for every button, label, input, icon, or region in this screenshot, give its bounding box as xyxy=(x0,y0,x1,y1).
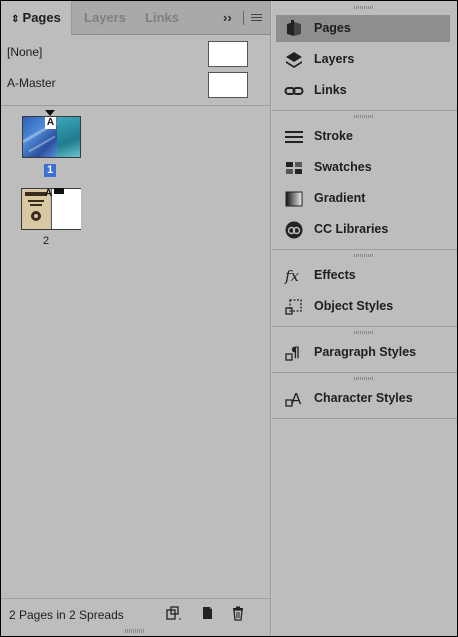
dock-group-divider xyxy=(272,372,457,373)
layers-icon xyxy=(286,52,302,68)
pages-status-text: 2 Pages in 2 Spreads xyxy=(9,608,124,622)
master-item-a-master[interactable]: A-Master xyxy=(1,68,270,100)
pages-status-bar: 2 Pages in 2 Spreads xyxy=(1,598,270,629)
tab-separator xyxy=(243,11,244,25)
panel-resize-grip[interactable] xyxy=(125,629,145,633)
dock-item-cc-libraries[interactable]: CC Libraries xyxy=(276,216,450,243)
dock-item-stroke[interactable]: Stroke xyxy=(276,123,450,150)
master-label: [None] xyxy=(7,45,43,59)
expand-collapse-icon[interactable]: ⇕ xyxy=(11,14,19,25)
dock-item-label: Links xyxy=(314,83,347,97)
dock-grip[interactable] xyxy=(354,254,374,257)
dock-item-gradient[interactable]: Gradient xyxy=(276,185,450,212)
page-2-master-badge: A xyxy=(44,188,53,199)
dock-item-effects[interactable]: fx Effects xyxy=(276,262,450,289)
tab-links-label: Links xyxy=(145,10,179,25)
dock-group-divider xyxy=(272,249,457,250)
new-page-icon[interactable] xyxy=(199,605,215,621)
dock-grip[interactable] xyxy=(354,115,374,118)
master-thumbnail[interactable] xyxy=(208,72,248,98)
page-1-right-half xyxy=(57,117,80,157)
dock-item-label: Effects xyxy=(314,268,356,282)
dock-item-swatches[interactable]: Swatches xyxy=(276,154,450,181)
page-2-blank-page xyxy=(51,189,81,229)
tab-pages-label: Pages xyxy=(22,10,61,25)
page-1-number[interactable]: 1 xyxy=(44,164,56,177)
tab-layers[interactable]: Layers xyxy=(72,1,138,34)
dock-item-pages[interactable]: Pages xyxy=(276,15,450,42)
dock-item-label: Layers xyxy=(314,52,355,66)
dock-item-object-styles[interactable]: Object Styles xyxy=(276,293,450,320)
stroke-icon xyxy=(285,131,303,143)
dock-group-divider xyxy=(272,418,457,419)
dock-item-label: Paragraph Styles xyxy=(314,345,417,359)
dock-grip[interactable] xyxy=(354,6,374,9)
svg-text:fx: fx xyxy=(284,267,300,285)
page-1-master-badge: A xyxy=(45,117,56,129)
edit-page-size-icon[interactable] xyxy=(165,605,181,621)
cc-libraries-icon xyxy=(285,221,303,239)
dock-item-paragraph-styles[interactable]: ¶ Paragraph Styles xyxy=(276,339,450,366)
dock-item-character-styles[interactable]: A Character Styles xyxy=(276,385,450,412)
panel-menu-icon[interactable] xyxy=(251,14,262,22)
dock-item-label: Swatches xyxy=(314,160,372,174)
dock-item-label: Stroke xyxy=(314,129,353,143)
page-2-number[interactable]: 2 xyxy=(43,235,49,247)
panel-dock: Pages Layers Links Stroke Swatches Gradi… xyxy=(272,1,457,636)
page-2-corner-icon xyxy=(54,188,64,194)
tab-layers-label: Layers xyxy=(84,10,126,25)
delete-page-icon[interactable] xyxy=(230,605,246,621)
dock-group-divider xyxy=(272,110,457,111)
object-styles-icon xyxy=(285,299,302,315)
pages-icon xyxy=(287,20,301,36)
dock-grip[interactable] xyxy=(354,331,374,334)
dock-group-divider xyxy=(272,326,457,327)
effects-icon: fx xyxy=(284,267,300,285)
dock-item-layers[interactable]: Layers xyxy=(276,46,450,73)
pages-panel: ⇕Pages Layers Links ›› [None] A-Master xyxy=(1,1,271,636)
panel-tab-bar: ⇕ Pages Layers Links ›› xyxy=(1,1,270,35)
tab-overflow-icon[interactable]: ›› xyxy=(223,1,232,34)
master-item-none[interactable]: [None] xyxy=(1,37,270,69)
dock-item-label: CC Libraries xyxy=(314,222,389,236)
masters-divider xyxy=(1,105,270,106)
character-styles-icon: A xyxy=(285,390,302,408)
master-label: A-Master xyxy=(7,76,56,90)
master-thumbnail[interactable] xyxy=(208,41,248,67)
dock-item-links[interactable]: Links xyxy=(276,77,450,104)
swatches-icon xyxy=(286,162,302,174)
dock-item-label: Object Styles xyxy=(314,299,394,313)
dock-grip[interactable] xyxy=(354,377,374,380)
dock-item-label: Pages xyxy=(314,21,351,35)
dock-item-label: Character Styles xyxy=(314,391,413,405)
panel-window: ⇕Pages Layers Links ›› [None] A-Master xyxy=(1,1,457,636)
links-icon xyxy=(284,87,304,95)
tab-pages[interactable]: ⇕ Pages xyxy=(1,1,72,35)
gradient-icon xyxy=(285,191,303,207)
paragraph-styles-icon: ¶ xyxy=(285,345,300,361)
dock-item-label: Gradient xyxy=(314,191,366,205)
tab-links[interactable]: Links xyxy=(138,1,186,34)
